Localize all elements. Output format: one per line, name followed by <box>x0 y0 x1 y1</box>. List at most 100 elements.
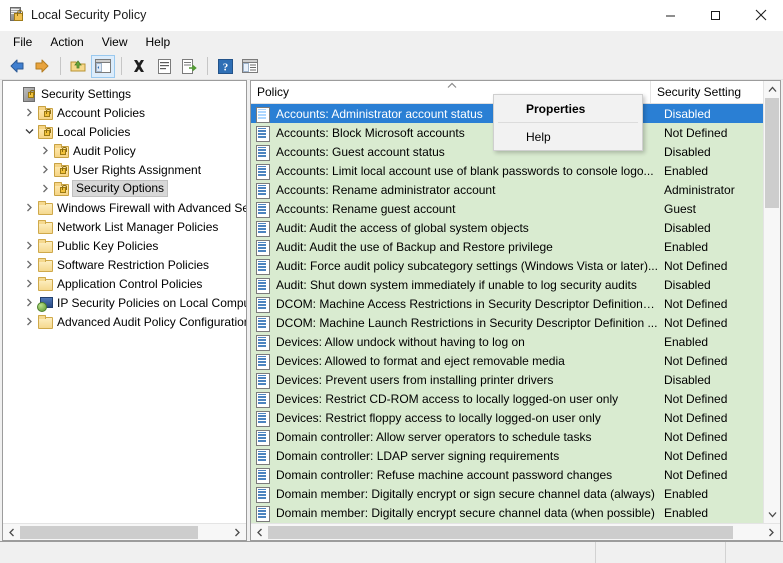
table-row[interactable]: Devices: Prevent users from installing p… <box>251 370 780 389</box>
chevron-right-icon[interactable] <box>21 260 37 269</box>
title-bar: Local Security Policy <box>0 0 783 31</box>
scroll-left-icon[interactable] <box>251 528 268 537</box>
chevron-down-icon[interactable] <box>21 127 37 136</box>
show-tree-icon[interactable] <box>91 54 115 78</box>
scroll-right-icon[interactable] <box>763 528 780 537</box>
list-hscroll-track[interactable] <box>268 525 763 540</box>
tree-item-ip-security-policies-on-local-compute[interactable]: IP Security Policies on Local Compute <box>3 293 246 312</box>
list-vscroll-thumb[interactable] <box>765 98 779 209</box>
policy-folder-icon <box>21 86 38 102</box>
scroll-up-icon[interactable] <box>764 81 780 98</box>
list-view-icon[interactable] <box>238 55 262 78</box>
table-row[interactable]: Accounts: Rename administrator account Ad… <box>251 180 780 199</box>
tree-item-local-policies[interactable]: Local Policies <box>3 122 246 141</box>
forward-icon[interactable] <box>30 55 54 78</box>
export-list-icon[interactable] <box>177 55 201 78</box>
minimize-button[interactable] <box>648 0 693 31</box>
chevron-right-icon[interactable] <box>21 279 37 288</box>
tree-item-label: Public Key Policies <box>57 238 159 253</box>
tree-horizontal-scrollbar[interactable] <box>3 523 246 540</box>
chevron-right-icon[interactable] <box>21 241 37 250</box>
table-row[interactable]: Domain member: Digitally encrypt secure … <box>251 503 780 522</box>
chevron-right-icon[interactable] <box>37 165 53 174</box>
table-row[interactable]: DCOM: Machine Launch Restrictions in Sec… <box>251 313 780 332</box>
delete-icon[interactable] <box>127 55 151 78</box>
policy-setting-icon <box>254 429 272 446</box>
table-row[interactable]: Domain controller: Allow server operator… <box>251 427 780 446</box>
policy-setting-icon <box>254 182 272 199</box>
context-menu[interactable]: Properties Help <box>493 94 643 151</box>
policy-setting-icon <box>254 106 272 123</box>
menu-view[interactable]: View <box>93 32 137 53</box>
table-row[interactable]: Domain member: Digitally encrypt or sign… <box>251 484 780 503</box>
table-row[interactable]: Devices: Restrict CD-ROM access to local… <box>251 389 780 408</box>
chevron-right-icon[interactable] <box>21 108 37 117</box>
tree-item-audit-policy[interactable]: Audit Policy <box>3 141 246 160</box>
policy-security-setting: Not Defined <box>664 296 728 311</box>
tree-item-label: Windows Firewall with Advanced Sec <box>57 200 246 215</box>
policy-list[interactable]: Accounts: Administrator account status Di… <box>251 104 780 523</box>
table-row[interactable]: Accounts: Rename guest account Guest <box>251 199 780 218</box>
lock-badge-icon <box>60 165 67 174</box>
table-row[interactable]: Devices: Restrict floppy access to local… <box>251 408 780 427</box>
window-controls <box>648 0 783 31</box>
tree-item-security-settings[interactable]: Security Settings <box>3 84 246 103</box>
table-row[interactable]: Audit: Audit the use of Backup and Resto… <box>251 237 780 256</box>
column-header-security-setting[interactable]: Security Setting <box>651 81 780 103</box>
context-menu-separator <box>498 122 638 123</box>
properties-icon[interactable] <box>152 55 176 78</box>
maximize-button[interactable] <box>693 0 738 31</box>
list-horizontal-scrollbar[interactable] <box>251 523 780 540</box>
policy-security-setting: Disabled <box>664 106 711 121</box>
chevron-right-icon[interactable] <box>21 203 37 212</box>
chevron-right-icon[interactable] <box>37 184 53 193</box>
menu-help[interactable]: Help <box>137 32 180 53</box>
table-row[interactable]: Accounts: Limit local account use of bla… <box>251 161 780 180</box>
tree-item-windows-firewall-with-advanced-sec[interactable]: Windows Firewall with Advanced Sec <box>3 198 246 217</box>
policy-name: Accounts: Rename administrator account <box>276 182 496 197</box>
policy-setting-icon <box>254 296 272 313</box>
menu-action[interactable]: Action <box>41 32 92 53</box>
close-button[interactable] <box>738 0 783 31</box>
tree-item-label: Network List Manager Policies <box>57 219 219 234</box>
tree-item-account-policies[interactable]: Account Policies <box>3 103 246 122</box>
table-row[interactable]: Audit: Force audit policy subcategory se… <box>251 256 780 275</box>
tree-item-software-restriction-policies[interactable]: Software Restriction Policies <box>3 255 246 274</box>
help-icon[interactable]: ? <box>213 55 237 78</box>
tree-item-advanced-audit-policy-configuration[interactable]: Advanced Audit Policy Configuration <box>3 312 246 331</box>
scroll-right-icon[interactable] <box>229 528 246 537</box>
list-hscroll-thumb[interactable] <box>268 525 734 539</box>
chevron-right-icon[interactable] <box>37 146 53 155</box>
policy-name: Audit: Force audit policy subcategory se… <box>276 258 658 273</box>
tree-item-label: Account Policies <box>57 105 146 120</box>
tree-item-public-key-policies[interactable]: Public Key Policies <box>3 236 246 255</box>
tree-hscroll-thumb[interactable] <box>20 525 198 539</box>
policy-security-setting: Not Defined <box>664 315 728 330</box>
menu-file[interactable]: File <box>4 32 41 53</box>
context-menu-item-properties[interactable]: Properties <box>494 97 642 120</box>
chevron-right-icon[interactable] <box>21 298 37 307</box>
scroll-down-icon[interactable] <box>764 506 780 523</box>
table-row[interactable]: Audit: Shut down system immediately if u… <box>251 275 780 294</box>
table-row[interactable]: Domain controller: Refuse machine accoun… <box>251 465 780 484</box>
chevron-right-icon[interactable] <box>21 317 37 326</box>
up-folder-icon[interactable] <box>66 55 90 78</box>
policy-name: Audit: Audit the access of global system… <box>276 220 529 235</box>
table-row[interactable]: DCOM: Machine Access Restrictions in Sec… <box>251 294 780 313</box>
console-tree[interactable]: Security Settings Account Policies Local P… <box>3 81 246 523</box>
policy-setting-icon <box>254 505 272 522</box>
table-row[interactable]: Domain controller: LDAP server signing r… <box>251 446 780 465</box>
table-row[interactable]: Devices: Allow undock without having to … <box>251 332 780 351</box>
scroll-left-icon[interactable] <box>3 528 20 537</box>
list-vscroll-track[interactable] <box>764 98 780 506</box>
context-menu-item-help[interactable]: Help <box>494 125 642 148</box>
table-row[interactable]: Devices: Allowed to format and eject rem… <box>251 351 780 370</box>
list-vertical-scrollbar[interactable] <box>763 81 780 523</box>
tree-item-application-control-policies[interactable]: Application Control Policies <box>3 274 246 293</box>
table-row[interactable]: Audit: Audit the access of global system… <box>251 218 780 237</box>
tree-item-user-rights-assignment[interactable]: User Rights Assignment <box>3 160 246 179</box>
back-icon[interactable] <box>5 55 29 78</box>
tree-item-network-list-manager-policies[interactable]: Network List Manager Policies <box>3 217 246 236</box>
tree-item-security-options[interactable]: Security Options <box>3 179 246 198</box>
tree-hscroll-track[interactable] <box>20 525 229 540</box>
